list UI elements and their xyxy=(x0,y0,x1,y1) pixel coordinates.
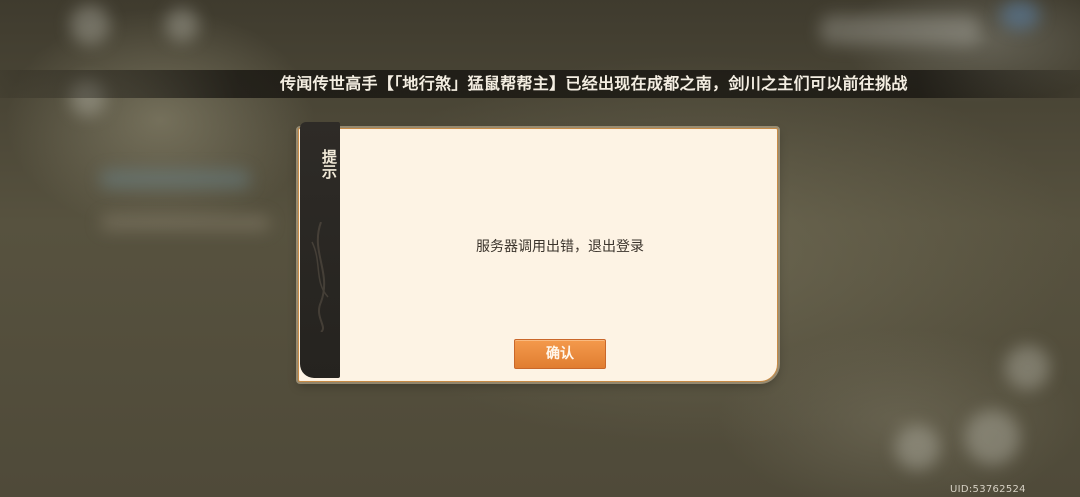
dialog-title: 提示 xyxy=(320,149,338,179)
notice-dialog: 服务器调用出错，退出登录 确认 提示 xyxy=(298,122,778,382)
background-blur-shape xyxy=(165,8,199,42)
background-blur-shape xyxy=(100,215,270,231)
game-screen: 传闻传世高手【「地行煞」猛鼠帮帮主】已经出现在成都之南，剑川之主们可以前往挑战 … xyxy=(0,0,1080,497)
background-blur-shape xyxy=(70,5,110,45)
background-blur-shape xyxy=(1000,0,1040,30)
background-blur-shape xyxy=(1005,345,1050,390)
announcement-text: 传闻传世高手【「地行煞」猛鼠帮帮主】已经出现在成都之南，剑川之主们可以前往挑战 xyxy=(280,74,908,93)
background-blur-shape xyxy=(820,15,980,45)
background-blur-shape xyxy=(965,410,1020,465)
confirm-button[interactable]: 确认 xyxy=(514,339,606,369)
sidebar-ornament-icon xyxy=(311,222,329,332)
dialog-panel: 服务器调用出错，退出登录 确认 xyxy=(298,128,778,382)
dialog-message: 服务器调用出错，退出登录 xyxy=(476,239,644,255)
uid-label: UID:53762524 xyxy=(950,484,1026,495)
background-blur-shape xyxy=(100,170,250,188)
background-blur-shape xyxy=(895,425,940,470)
